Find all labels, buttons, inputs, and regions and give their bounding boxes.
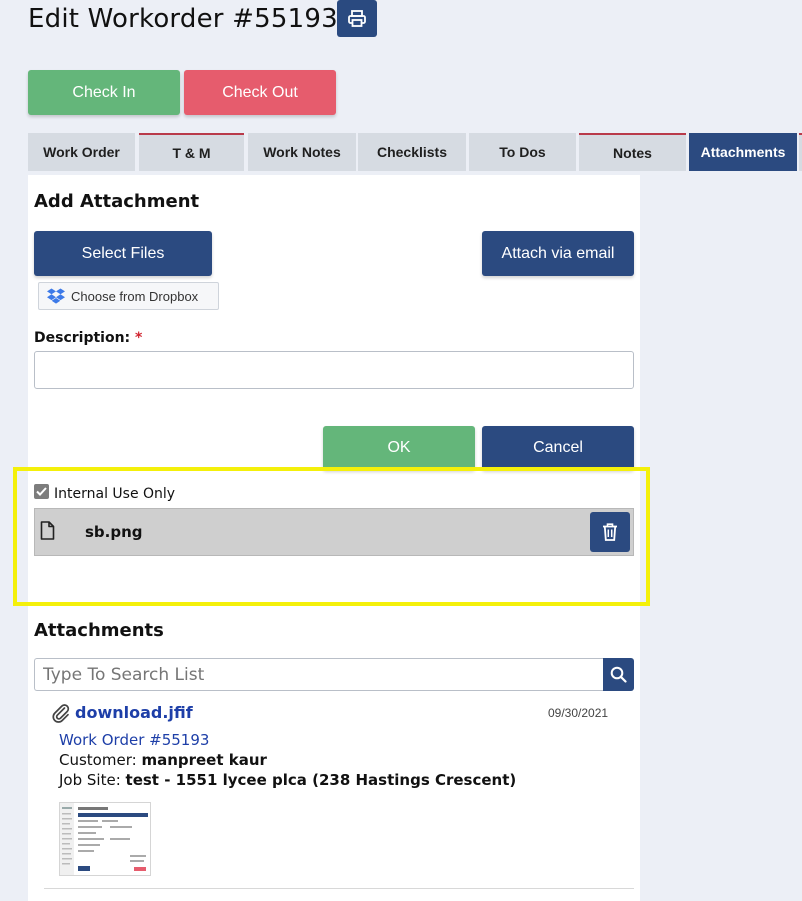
- attach-via-email-button[interactable]: Attach via email: [482, 231, 634, 276]
- dropbox-icon: [47, 288, 65, 304]
- customer-name: manpreet kaur: [141, 751, 267, 769]
- ok-button[interactable]: OK: [323, 426, 475, 470]
- highlight-box: [13, 467, 650, 606]
- print-button[interactable]: [337, 0, 377, 37]
- page-title: Edit Workorder #55193: [28, 4, 338, 34]
- required-marker: *: [135, 330, 143, 346]
- check-out-button[interactable]: Check Out: [184, 70, 336, 115]
- search-icon: [610, 666, 627, 683]
- list-divider: [44, 888, 634, 889]
- description-label: Description: *: [34, 330, 143, 346]
- jobsite-line: Job Site: test - 1551 lycee plca (238 Ha…: [59, 771, 517, 789]
- check-in-button[interactable]: Check In: [28, 70, 180, 115]
- tab-attachments[interactable]: Attachments: [689, 133, 797, 171]
- search-input[interactable]: [34, 658, 604, 691]
- attachment-thumbnail[interactable]: [59, 802, 151, 876]
- jobsite-name: test - 1551 lycee plca (238 Hastings Cre…: [125, 771, 517, 789]
- tab-work-order[interactable]: Work Order: [28, 133, 135, 171]
- dropbox-button[interactable]: Choose from Dropbox: [38, 282, 219, 310]
- attachment-file-link[interactable]: download.jfif: [75, 703, 193, 722]
- cancel-button[interactable]: Cancel: [482, 426, 634, 470]
- description-input[interactable]: [34, 351, 634, 389]
- tab-to-dos[interactable]: To Dos: [469, 133, 576, 171]
- tab-checklists[interactable]: Checklists: [358, 133, 466, 171]
- thumbnail-image: [60, 803, 150, 875]
- tab-notes[interactable]: Notes: [579, 133, 686, 171]
- work-order-link[interactable]: Work Order #55193: [59, 731, 209, 749]
- customer-line: Customer: manpreet kaur: [59, 751, 267, 769]
- tab-work-notes[interactable]: Work Notes: [248, 133, 356, 171]
- tab-t-and-m[interactable]: T & M: [139, 133, 244, 171]
- dropbox-label: Choose from Dropbox: [71, 288, 199, 304]
- paperclip-icon: [52, 704, 70, 723]
- printer-icon: [348, 10, 366, 27]
- attachment-date: 09/30/2021: [548, 706, 609, 720]
- select-files-button[interactable]: Select Files: [34, 231, 212, 276]
- add-attachment-heading: Add Attachment: [34, 191, 200, 212]
- attachments-heading: Attachments: [34, 620, 164, 641]
- search-button[interactable]: [603, 658, 634, 691]
